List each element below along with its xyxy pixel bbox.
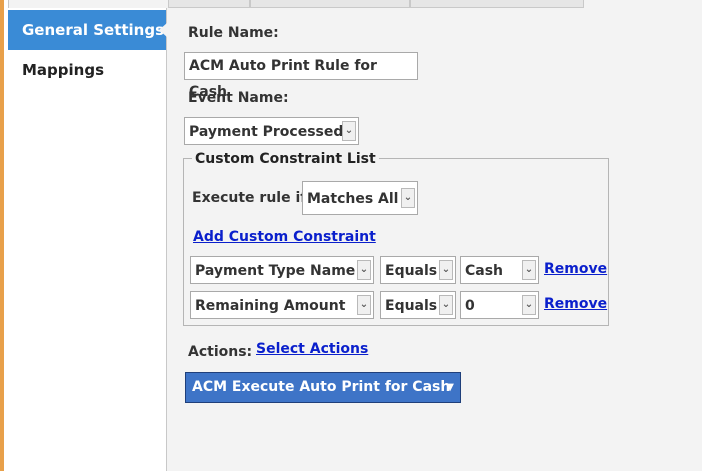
caret-down-icon[interactable]: ▼ (446, 373, 454, 402)
constraint-field-value: Payment Type Name (195, 263, 356, 279)
top-tab-3[interactable] (410, 0, 584, 8)
chevron-down-icon[interactable]: ⌄ (522, 295, 536, 315)
remove-constraint-link[interactable]: Remove (544, 261, 607, 277)
constraint-value: Cash (465, 263, 504, 279)
constraint-operator-value: Equals (385, 263, 438, 279)
top-tab-2[interactable] (250, 0, 410, 8)
rule-name-label: Rule Name: (188, 25, 279, 41)
sidebar-item-label: General Settings (22, 21, 165, 39)
constraint-field-value: Remaining Amount (195, 298, 346, 314)
constraint-operator-value: Equals (385, 298, 438, 314)
chevron-down-icon[interactable]: ⌄ (522, 260, 536, 280)
chevron-down-icon[interactable]: ⌄ (357, 260, 371, 280)
chevron-down-icon[interactable]: ⌄ (401, 188, 415, 208)
add-custom-constraint-link[interactable]: Add Custom Constraint (193, 229, 376, 245)
chevron-down-icon[interactable]: ⌄ (439, 260, 453, 280)
execute-rule-select[interactable]: Matches All ⌄ (302, 181, 418, 215)
top-tab-strip (0, 0, 702, 8)
constraint-value-select[interactable]: Cash ⌄ (460, 256, 539, 284)
event-name-value: Payment Processed (189, 124, 344, 140)
event-name-label: Event Name: (188, 90, 289, 106)
constraint-value-select[interactable]: 0 ⌄ (460, 291, 539, 319)
execute-rule-value: Matches All (307, 191, 399, 207)
constraint-field-select[interactable]: Payment Type Name ⌄ (190, 256, 374, 284)
constraint-field-select[interactable]: Remaining Amount ⌄ (190, 291, 374, 319)
constraint-value: 0 (465, 298, 475, 314)
sidebar-item-label: Mappings (22, 61, 105, 79)
remove-constraint-link[interactable]: Remove (544, 296, 607, 312)
custom-constraint-legend: Custom Constraint List (192, 151, 379, 167)
chevron-down-icon[interactable]: ⌄ (342, 121, 356, 141)
select-actions-link[interactable]: Select Actions (256, 341, 368, 357)
chevron-down-icon[interactable]: ⌄ (357, 295, 371, 315)
chevron-down-icon[interactable]: ⌄ (439, 295, 453, 315)
sidebar-item-mappings[interactable]: Mappings (8, 50, 166, 90)
sidebar-item-general-settings[interactable]: General Settings (8, 10, 167, 50)
rule-name-input[interactable]: ACM Auto Print Rule for Cash (184, 52, 418, 100)
event-name-select[interactable]: Payment Processed ⌄ (184, 117, 359, 145)
action-item-label: ACM Execute Auto Print for Cash (192, 379, 451, 395)
action-item-button[interactable]: ACM Execute Auto Print for Cash ▼ (185, 372, 461, 403)
constraint-operator-select[interactable]: Equals ⌄ (380, 256, 456, 284)
top-tab-1[interactable] (168, 0, 250, 8)
execute-rule-label: Execute rule if (192, 190, 307, 206)
actions-label: Actions: (188, 344, 253, 360)
sidebar: General Settings Mappings (8, 8, 167, 471)
constraint-operator-select[interactable]: Equals ⌄ (380, 291, 456, 319)
